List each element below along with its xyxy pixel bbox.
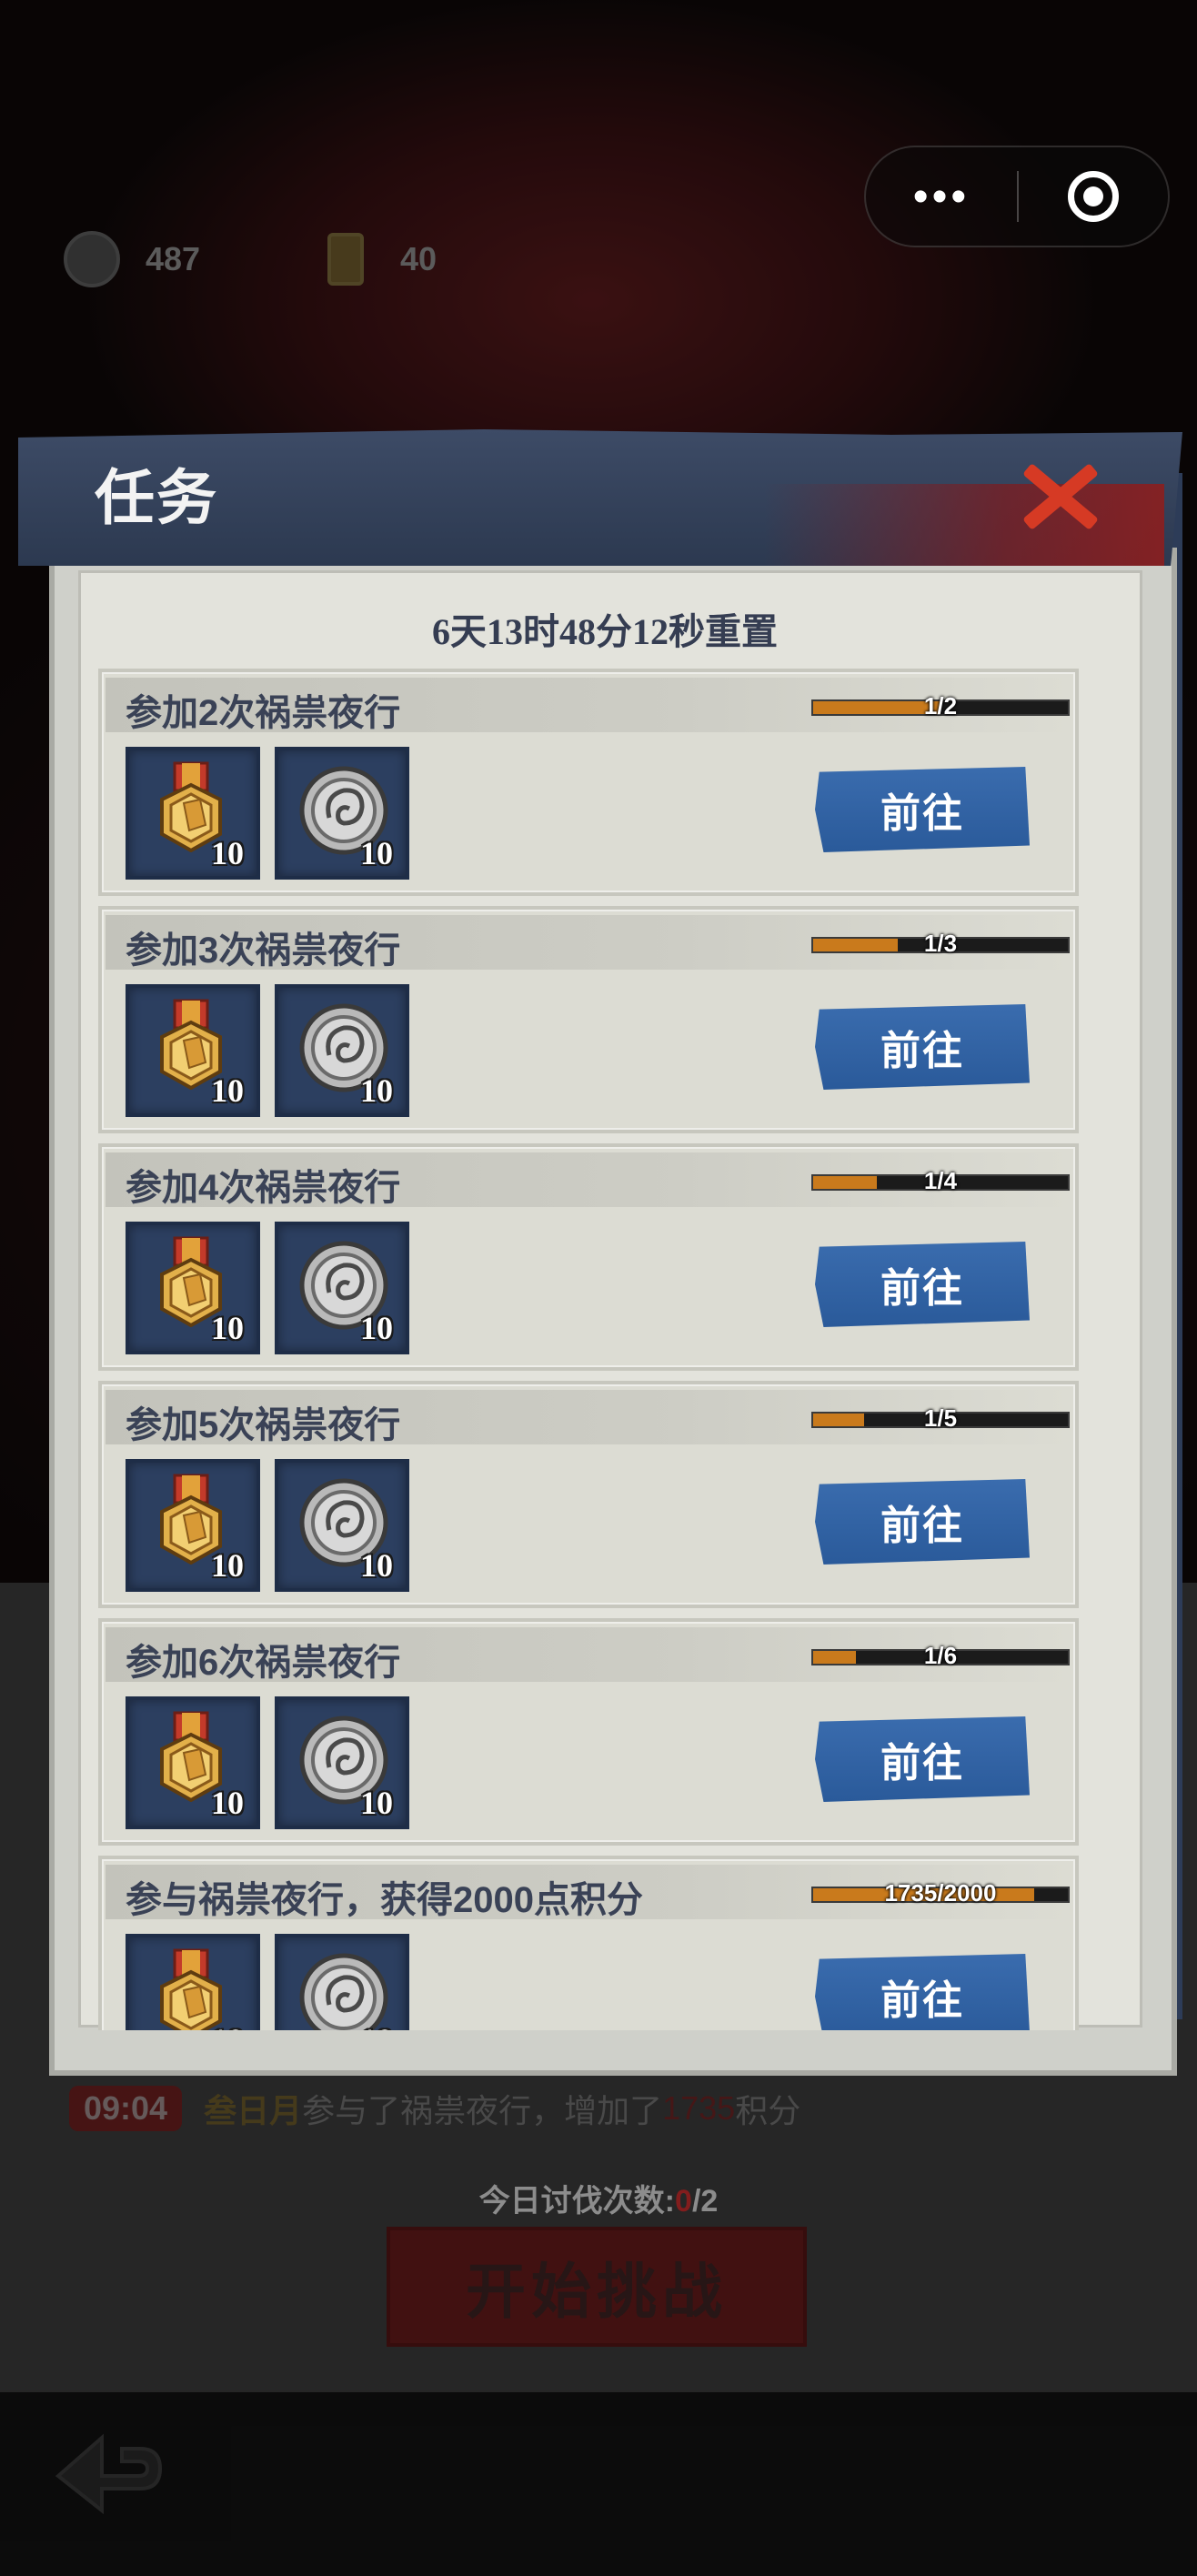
miniprogram-capsule: ••• — [864, 146, 1170, 247]
reward-quantity: 10 — [211, 2021, 244, 2030]
task-item: 参与祸祟夜行，获得2000点积分 1735/2000 10 10 — [98, 1856, 1079, 2030]
task-progress-text: 1/5 — [923, 1404, 958, 1432]
dialog-title: 任务 — [95, 466, 218, 532]
go-button[interactable]: 前往 — [815, 767, 1030, 852]
close-icon[interactable] — [1010, 449, 1110, 540]
reward-medal[interactable]: 10 — [126, 984, 260, 1117]
task-name: 参加2次祸祟夜行 — [126, 693, 401, 733]
go-button[interactable]: 前往 — [815, 1716, 1030, 1802]
reward-coin[interactable]: 10 — [275, 984, 409, 1117]
task-name: 参加5次祸祟夜行 — [126, 1405, 401, 1445]
task-header: 参加6次祸祟夜行 1/6 — [106, 1627, 1071, 1683]
task-progress-bar: 1735/2000 — [811, 1879, 1070, 1907]
reward-quantity: 10 — [360, 1072, 393, 1109]
reward-quantity: 10 — [360, 1785, 393, 1821]
task-header: 参与祸祟夜行，获得2000点积分 1735/2000 — [106, 1865, 1071, 1920]
reward-coin[interactable]: 10 — [275, 1459, 409, 1592]
task-progress-text: 1/6 — [923, 1642, 958, 1669]
gold-medal-icon — [160, 1948, 222, 2030]
reward-quantity: 10 — [360, 2021, 393, 2030]
reset-countdown: 6天13时48分12秒重置 — [432, 611, 778, 652]
task-dialog: 任务 6天13时48分12秒重置 参加2次祸祟夜行 1/2 10 10 前往 参… — [18, 429, 1182, 2076]
task-header: 参加2次祸祟夜行 1/2 — [106, 678, 1071, 733]
task-progress-text: 1/3 — [923, 930, 958, 957]
task-progress-bar: 1/5 — [811, 1404, 1070, 1432]
task-list[interactable]: 参加2次祸祟夜行 1/2 10 10 前往 参加3次祸祟夜行 1/3 10 10… — [98, 669, 1079, 2030]
task-header: 参加4次祸祟夜行 1/4 — [106, 1152, 1071, 1208]
task-name: 参加6次祸祟夜行 — [126, 1643, 401, 1683]
task-progress-bar: 1/4 — [811, 1167, 1070, 1194]
task-item: 参加3次祸祟夜行 1/3 10 10 前往 — [98, 906, 1079, 1133]
reward-medal[interactable]: 10 — [126, 747, 260, 880]
task-header: 参加3次祸祟夜行 1/3 — [106, 915, 1071, 971]
reward-medal[interactable]: 10 — [126, 1696, 260, 1829]
reward-quantity: 10 — [211, 835, 244, 871]
exit-miniprogram-button[interactable] — [1019, 147, 1168, 246]
reward-quantity: 10 — [360, 835, 393, 871]
task-progress-text: 1/4 — [923, 1167, 958, 1194]
task-progress-bar: 1/3 — [811, 930, 1070, 957]
task-name: 参加3次祸祟夜行 — [126, 931, 401, 971]
task-progress-text: 1735/2000 — [884, 1879, 997, 1907]
reward-quantity: 10 — [360, 1547, 393, 1584]
task-item: 参加5次祸祟夜行 1/5 10 10 前往 — [98, 1381, 1079, 1608]
reward-quantity: 10 — [211, 1547, 244, 1584]
task-item: 参加4次祸祟夜行 1/4 10 10 前往 — [98, 1143, 1079, 1371]
reward-coin[interactable]: 10 — [275, 1222, 409, 1354]
task-item: 参加2次祸祟夜行 1/2 10 10 前往 — [98, 669, 1079, 896]
task-header: 参加5次祸祟夜行 1/5 — [106, 1390, 1071, 1445]
reward-coin[interactable]: 10 — [275, 1934, 409, 2030]
task-progress-text: 1/2 — [923, 692, 958, 719]
silver-coin-icon — [299, 1953, 388, 2030]
reward-quantity: 10 — [360, 1310, 393, 1346]
reward-coin[interactable]: 10 — [275, 1696, 409, 1829]
reward-coin[interactable]: 10 — [275, 747, 409, 880]
go-button[interactable]: 前往 — [815, 1954, 1030, 2030]
reward-quantity: 10 — [211, 1072, 244, 1109]
task-progress-bar: 1/2 — [811, 692, 1070, 719]
reward-medal[interactable]: 10 — [126, 1222, 260, 1354]
more-menu-button[interactable]: ••• — [866, 147, 1017, 246]
task-item: 参加6次祸祟夜行 1/6 10 10 前往 — [98, 1618, 1079, 1846]
go-button[interactable]: 前往 — [815, 1004, 1030, 1090]
target-icon — [1067, 171, 1119, 222]
more-dots-icon: ••• — [912, 172, 971, 221]
task-name: 参加4次祸祟夜行 — [126, 1168, 401, 1208]
reward-quantity: 10 — [211, 1785, 244, 1821]
reward-medal[interactable]: 10 — [126, 1934, 260, 2030]
go-button[interactable]: 前往 — [815, 1242, 1030, 1327]
reward-quantity: 10 — [211, 1310, 244, 1346]
task-name: 参与祸祟夜行，获得2000点积分 — [126, 1880, 643, 1920]
task-progress-bar: 1/6 — [811, 1642, 1070, 1669]
reward-medal[interactable]: 10 — [126, 1459, 260, 1592]
go-button[interactable]: 前往 — [815, 1479, 1030, 1565]
